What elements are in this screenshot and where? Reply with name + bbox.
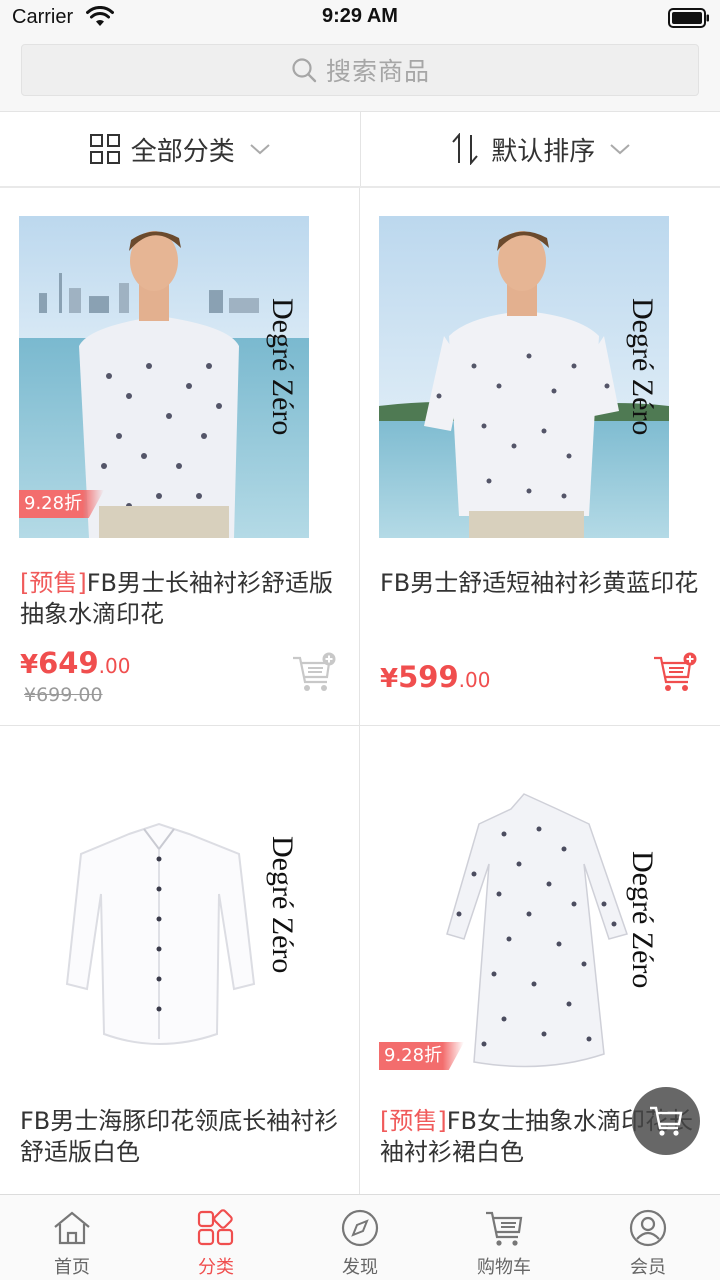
chevron-down-icon: [610, 144, 630, 155]
status-bar: Carrier 9:29 AM: [0, 0, 720, 40]
cart-icon: [650, 1106, 683, 1136]
chevron-down-icon: [250, 144, 270, 155]
original-price: ¥699.00: [24, 684, 103, 706]
search-icon: [292, 58, 317, 83]
product-title[interactable]: FB男士舒适短袖衬衫黄蓝印花: [380, 568, 700, 599]
tab-home-label: 首页: [54, 1257, 90, 1278]
product-card[interactable]: Degré Zéro 9.28折 [预售]FB男士长袖衬衫舒适版抽象水滴印花 ¥…: [0, 188, 360, 726]
product-grid: Degré Zéro 9.28折 [预售]FB男士长袖衬衫舒适版抽象水滴印花 ¥…: [0, 188, 720, 1194]
product-image[interactable]: Degré Zéro 9.28折: [379, 754, 669, 1076]
product-title[interactable]: FB男士海豚印花领底长袖衬衫舒适版白色: [20, 1106, 340, 1168]
clock: 9:29 AM: [322, 5, 398, 27]
tab-discover[interactable]: 发现: [288, 1195, 432, 1280]
search-area: 搜索商品: [0, 40, 720, 112]
product-price: ¥649.00: [20, 646, 131, 680]
presale-tag: [预售]: [380, 1107, 447, 1135]
tab-bar: 首页 分类 发现 购物车 会员: [0, 1194, 720, 1280]
compass-icon: [341, 1209, 379, 1247]
product-name: FB男士海豚印花领底长袖衬衫舒适版白色: [20, 1107, 339, 1166]
search-placeholder: 搜索商品: [325, 57, 430, 86]
product-image[interactable]: Degré Zéro: [19, 754, 309, 1076]
filter-bar: 全部分类 默认排序: [0, 112, 720, 188]
add-to-cart-button[interactable]: [652, 652, 698, 694]
user-icon: [629, 1209, 667, 1247]
sort-filter[interactable]: 默认排序: [359, 112, 720, 186]
brand-logo: Degré Zéro: [266, 298, 299, 436]
tab-cart-label: 购物车: [477, 1257, 531, 1278]
tab-cart[interactable]: 购物车: [432, 1195, 576, 1280]
product-title[interactable]: [预售]FB男士长袖衬衫舒适版抽象水滴印花: [20, 568, 340, 630]
sort-icon: [452, 133, 478, 165]
category-icon: [197, 1209, 234, 1246]
product-image[interactable]: Degré Zéro: [379, 216, 669, 538]
brand-logo: Degré Zéro: [626, 851, 659, 989]
tab-member[interactable]: 会员: [576, 1195, 720, 1280]
floating-cart-button[interactable]: [632, 1087, 700, 1155]
grid-icon: [89, 134, 120, 164]
search-input[interactable]: 搜索商品: [21, 44, 699, 96]
tab-discover-label: 发现: [342, 1257, 378, 1278]
presale-tag: [预售]: [20, 569, 87, 597]
product-price: ¥599.00: [380, 660, 491, 694]
brand-logo: Degré Zéro: [626, 298, 659, 436]
home-icon: [54, 1211, 90, 1245]
tab-category[interactable]: 分类: [144, 1195, 288, 1280]
product-name: FB男士舒适短袖衬衫黄蓝印花: [380, 569, 699, 597]
battery-icon: [668, 8, 709, 28]
product-image[interactable]: Degré Zéro 9.28折: [19, 216, 309, 538]
tab-category-label: 分类: [198, 1257, 234, 1278]
product-card[interactable]: Degré Zéro FB男士舒适短袖衬衫黄蓝印花 ¥599.00: [360, 188, 720, 726]
brand-logo: Degré Zéro: [266, 836, 299, 974]
product-card[interactable]: Degré Zéro FB男士海豚印花领底长袖衬衫舒适版白色: [0, 726, 360, 1194]
cart-icon: [486, 1211, 523, 1246]
category-filter-label: 全部分类: [130, 136, 235, 167]
add-to-cart-button[interactable]: [291, 652, 337, 694]
category-filter[interactable]: 全部分类: [0, 112, 360, 186]
tab-member-label: 会员: [630, 1257, 666, 1278]
sort-filter-label: 默认排序: [491, 136, 596, 167]
tab-home[interactable]: 首页: [0, 1195, 144, 1280]
